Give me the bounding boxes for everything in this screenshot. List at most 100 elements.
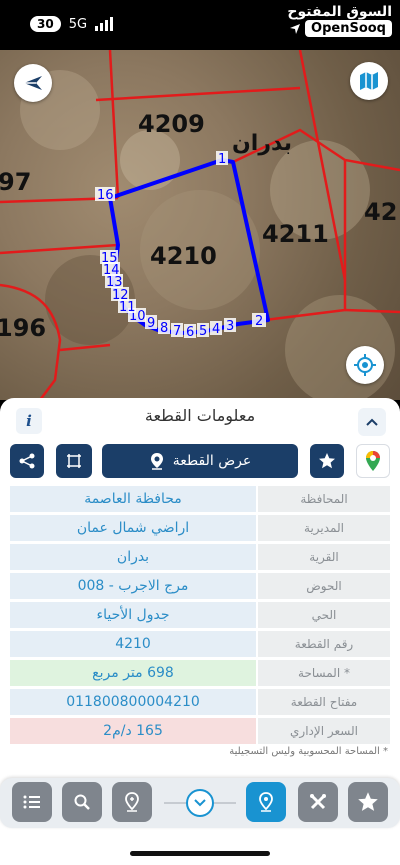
plot-key-value: 011800800004210 xyxy=(10,689,256,715)
governorate-value: محافظة العاصمة xyxy=(10,486,256,512)
slider-track-left xyxy=(164,802,186,804)
village-label: بدران xyxy=(232,131,292,156)
table-row: 4210 رقم القطعة xyxy=(10,631,390,657)
vertex-label: 6 xyxy=(186,325,194,340)
collapse-button[interactable] xyxy=(358,408,386,436)
vertex-label: 9 xyxy=(147,316,155,331)
plot-details-table: محافظة العاصمة المحافظة اراضي شمال عمان … xyxy=(10,486,390,747)
vertex-label: 7 xyxy=(173,324,181,339)
map-overlay: 4209 4210 4211 97 196 42 بدران 1 2 3 4 5… xyxy=(0,50,400,400)
table-row: 698 متر مربع المساحة * xyxy=(10,660,390,686)
crosshair-icon xyxy=(354,354,376,376)
show-plot-label: عرض القطعة xyxy=(172,453,252,469)
governorate-label: المحافظة xyxy=(258,486,390,512)
star-icon xyxy=(319,453,335,469)
map-layers-button[interactable] xyxy=(350,62,388,100)
terrain-texture xyxy=(20,70,395,400)
home-indicator xyxy=(130,851,270,856)
vertex-label: 16 xyxy=(97,188,114,203)
vertex-label: 8 xyxy=(160,321,168,336)
location-pin-icon xyxy=(125,792,139,812)
google-maps-button[interactable] xyxy=(356,444,390,478)
signal-icon xyxy=(95,17,114,31)
favorites-button[interactable] xyxy=(348,782,388,822)
panel-title: معلومات القطعة xyxy=(144,406,256,425)
table-row: جدول الأحياء الحي xyxy=(10,602,390,628)
area-label: المساحة * xyxy=(258,660,390,686)
pin-icon xyxy=(259,792,273,812)
compass-button[interactable] xyxy=(14,64,52,102)
plot-number-value: 4210 xyxy=(10,631,256,657)
network-label: 5G xyxy=(68,16,88,32)
locate-me-button[interactable] xyxy=(346,346,384,384)
plot-info-panel: i معلومات القطعة عرض القطعة محافظة العاص… xyxy=(0,398,400,778)
brand-arabic: السوق المفتوح xyxy=(287,4,392,20)
plot-4209-label: 4209 xyxy=(138,110,205,138)
directorate-label: المديرية xyxy=(258,515,390,541)
status-bar: 30 5G السوق المفتوح OpenSooq xyxy=(0,0,400,50)
plot-key-label: مفتاح القطعة xyxy=(258,689,390,715)
chevron-up-icon xyxy=(366,418,378,426)
compass-icon xyxy=(24,76,42,90)
add-location-button[interactable] xyxy=(112,782,152,822)
show-plot-button[interactable]: عرض القطعة xyxy=(102,444,298,478)
vertex-label: 3 xyxy=(226,319,234,334)
directorate-value: اراضي شمال عمان xyxy=(10,515,256,541)
plot-196-label: 196 xyxy=(0,314,46,342)
vertex-label: 15 xyxy=(101,251,118,266)
bottom-area xyxy=(0,778,400,865)
vertex-label: 12 xyxy=(112,288,129,303)
neighborhood-label: الحي xyxy=(258,602,390,628)
star-icon xyxy=(358,792,378,811)
table-row: 011800800004210 مفتاح القطعة xyxy=(10,689,390,715)
table-row: مرج الاجرب - 008 الحوض xyxy=(10,573,390,599)
vertex-label: 4 xyxy=(212,322,220,337)
tools-icon xyxy=(310,794,326,810)
vertex-label: 5 xyxy=(199,324,207,339)
plot-4211-label: 4211 xyxy=(262,220,329,248)
brand-logo: السوق المفتوح OpenSooq xyxy=(287,4,392,37)
area-footnote: * المساحة المحسوبية وليس التسجيلية xyxy=(229,746,388,757)
chevron-down-icon xyxy=(194,799,206,807)
google-maps-icon xyxy=(366,451,380,471)
search-button[interactable] xyxy=(62,782,102,822)
map-icon xyxy=(360,72,378,90)
status-left: 30 5G xyxy=(30,16,114,32)
village-value: بدران xyxy=(10,544,256,570)
brand-english: OpenSooq xyxy=(305,20,392,37)
list-icon xyxy=(23,795,40,809)
list-button[interactable] xyxy=(12,782,52,822)
crop-icon xyxy=(67,454,81,468)
tools-button[interactable] xyxy=(298,782,338,822)
table-row: محافظة العاصمة المحافظة xyxy=(10,486,390,512)
slider-track-right xyxy=(214,802,236,804)
plot-42-label: 42 xyxy=(364,198,397,226)
crop-button[interactable] xyxy=(56,444,92,478)
search-icon xyxy=(74,794,90,810)
area-value: 698 متر مربع xyxy=(10,660,256,686)
favorite-button[interactable] xyxy=(310,444,344,478)
panel-toolbar: عرض القطعة xyxy=(10,444,390,478)
map-pin-icon xyxy=(150,453,163,470)
location-arrow-icon xyxy=(290,23,301,34)
plot-number-label: رقم القطعة xyxy=(258,631,390,657)
share-button[interactable] xyxy=(10,444,44,478)
plot-97-label: 97 xyxy=(0,168,31,196)
basin-value: مرج الاجرب - 008 xyxy=(10,573,256,599)
vertex-label: 2 xyxy=(255,314,263,329)
expand-slider-knob[interactable] xyxy=(186,789,214,817)
bottom-toolbar xyxy=(0,778,400,828)
table-row: اراضي شمال عمان المديرية xyxy=(10,515,390,541)
plot-4210-label: 4210 xyxy=(150,242,217,270)
neighborhood-value: جدول الأحياء xyxy=(10,602,256,628)
admin-price-value: 165 د/م2 xyxy=(10,718,256,744)
share-icon xyxy=(19,453,35,469)
vertex-label: 1 xyxy=(218,152,226,167)
basin-label: الحوض xyxy=(258,573,390,599)
admin-price-label: السعر الإداري xyxy=(258,718,390,744)
village-row-label: القرية xyxy=(258,544,390,570)
table-row: بدران القرية xyxy=(10,544,390,570)
map-pin-button[interactable] xyxy=(246,782,286,822)
satellite-map[interactable]: 4209 4210 4211 97 196 42 بدران 1 2 3 4 5… xyxy=(0,50,400,400)
table-row: 165 د/م2 السعر الإداري xyxy=(10,718,390,744)
